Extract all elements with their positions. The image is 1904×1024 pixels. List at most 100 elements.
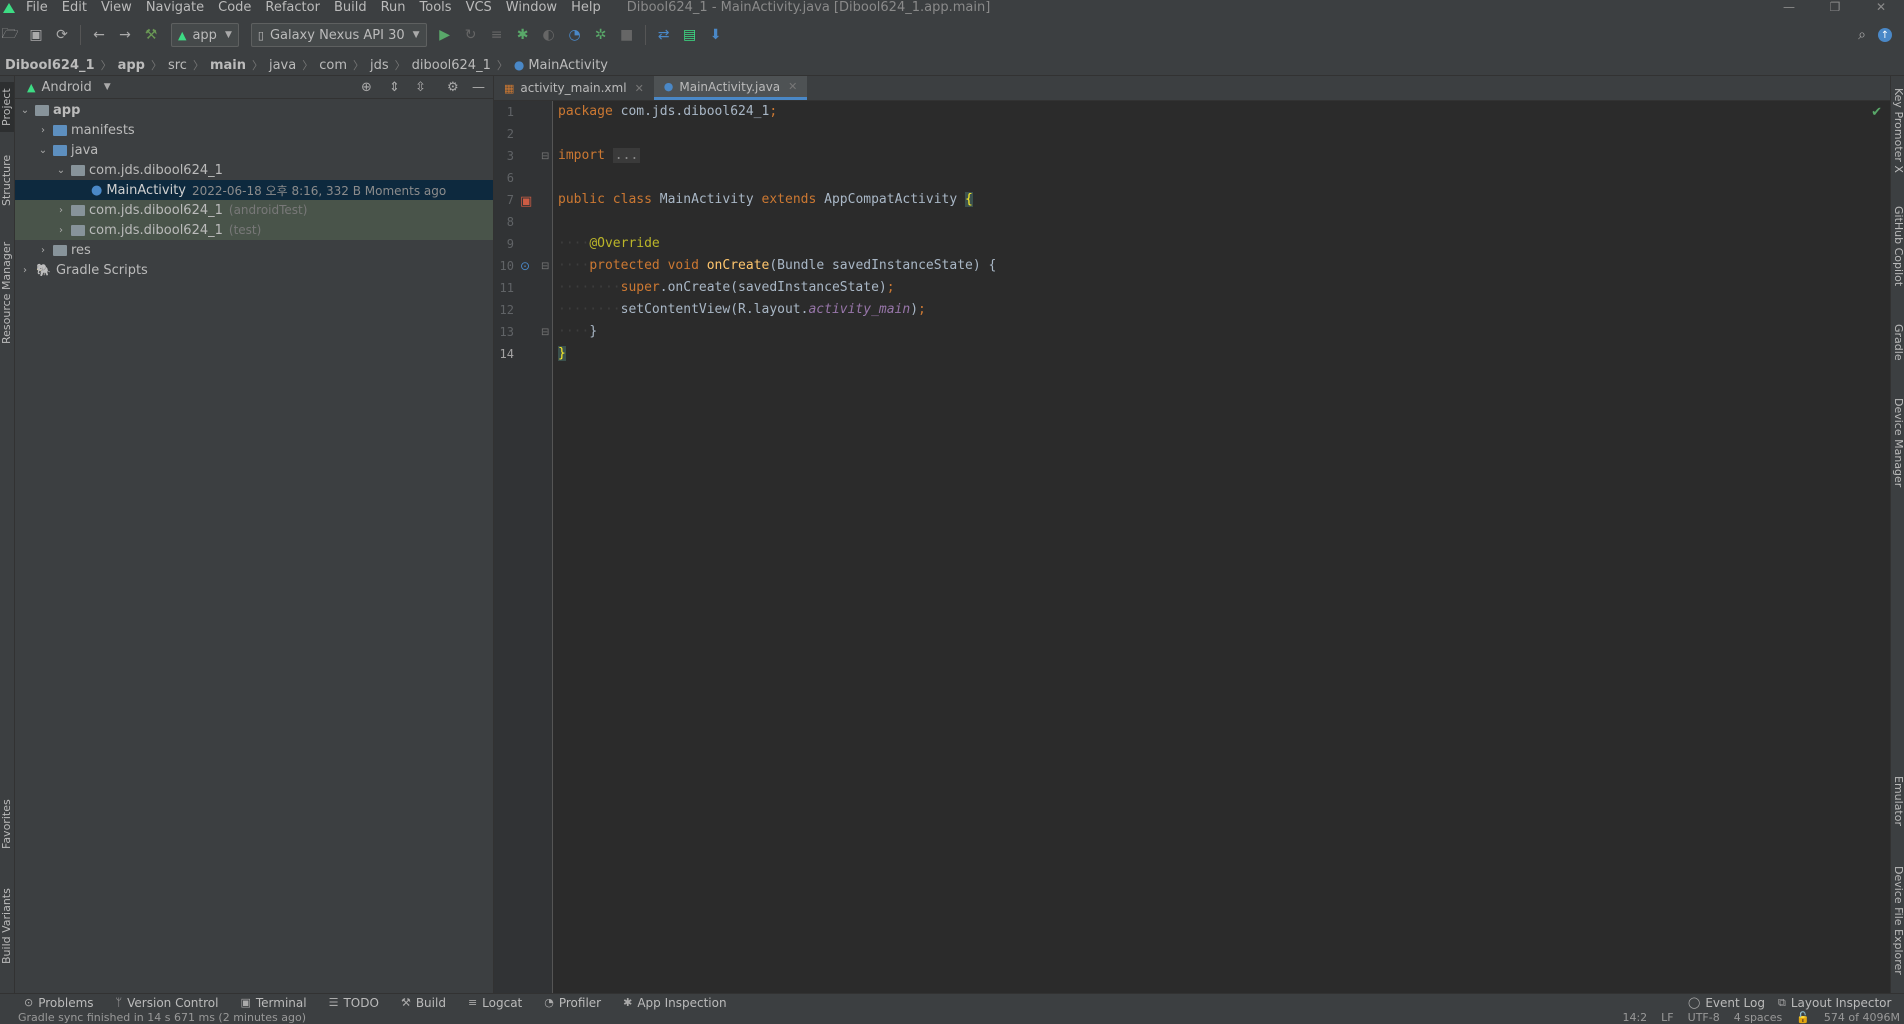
sdk-manager-icon[interactable]: ⬇	[708, 27, 724, 43]
tree-item-java[interactable]: ⌄ java	[15, 140, 515, 160]
tool-todo[interactable]: ☰ TODO	[329, 996, 379, 1010]
tool-tab-emulator[interactable]: Emulator	[1891, 776, 1904, 836]
indent-setting[interactable]: 4 spaces	[1734, 1011, 1783, 1024]
folded-imports[interactable]: ...	[612, 148, 641, 163]
tool-tab-build-variants[interactable]: Build Variants	[0, 886, 14, 966]
caret-position[interactable]: 14:2	[1622, 1011, 1647, 1024]
tool-tab-resource-manager[interactable]: Resource Manager	[0, 238, 14, 348]
collapse-all-icon[interactable]: ⇳	[415, 80, 426, 95]
breadcrumb-item[interactable]: dibool624_1	[412, 58, 491, 73]
attach-debugger-icon[interactable]: ✲	[593, 27, 609, 43]
rerun-icon[interactable]: ↻	[463, 27, 479, 43]
tool-logcat[interactable]: ≡ Logcat	[468, 996, 522, 1010]
line-separator[interactable]: LF	[1661, 1011, 1673, 1024]
tool-build[interactable]: ⚒ Build	[401, 996, 446, 1010]
close-button[interactable]: ✕	[1858, 0, 1904, 15]
chevron-down-icon[interactable]: ▼	[104, 82, 111, 92]
project-view-mode-select[interactable]: Android	[41, 80, 91, 95]
minimize-button[interactable]: —	[1766, 0, 1812, 15]
tool-problems[interactable]: ⊙ Problems	[24, 996, 94, 1010]
chevron-right-icon[interactable]: ›	[37, 245, 49, 256]
breadcrumb-item-current[interactable]: MainActivity	[528, 58, 608, 73]
menu-file[interactable]: File	[26, 0, 48, 15]
tab-activity-main-xml[interactable]: ▦ activity_main.xml ✕	[494, 76, 654, 100]
lock-icon[interactable]: 🔓	[1796, 1011, 1810, 1024]
run-config-select[interactable]: ▲ app ▼	[171, 23, 239, 47]
menu-view[interactable]: View	[101, 0, 132, 15]
menu-help[interactable]: Help	[571, 0, 601, 15]
chevron-down-icon[interactable]: ⌄	[37, 145, 49, 156]
android-activity-icon[interactable]: ▣	[520, 194, 532, 209]
update-icon[interactable]: ↑	[1878, 28, 1892, 42]
fold-icon[interactable]: ⊟	[541, 151, 549, 162]
chevron-right-icon[interactable]: ›	[55, 205, 67, 216]
tree-item-res[interactable]: › res	[15, 240, 515, 260]
tool-tab-gradle[interactable]: Gradle	[1891, 324, 1904, 374]
code-editor[interactable]: package com.jds.dibool624_1; import ... …	[553, 101, 1890, 993]
memory-indicator[interactable]: 574 of 4096M	[1824, 1011, 1900, 1024]
close-icon[interactable]: ✕	[788, 80, 797, 93]
gear-icon[interactable]: ⚙	[447, 80, 459, 95]
hide-panel-icon[interactable]: —	[472, 80, 485, 95]
tree-item-package[interactable]: ⌄ com.jds.dibool624_1	[15, 160, 533, 180]
menu-run[interactable]: Run	[381, 0, 406, 15]
open-folder-icon[interactable]: 🗁	[1, 26, 18, 43]
tool-tab-structure[interactable]: Structure	[0, 152, 14, 208]
expand-all-icon[interactable]: ⇕	[389, 80, 400, 95]
chevron-right-icon[interactable]: ›	[37, 125, 49, 136]
menu-tools[interactable]: Tools	[420, 0, 452, 15]
tool-tab-favorites[interactable]: Favorites	[0, 796, 14, 852]
device-manager-icon[interactable]: ▤	[682, 27, 698, 43]
tool-app-inspection[interactable]: ✱ App Inspection	[623, 996, 726, 1010]
coverage-icon[interactable]: ◐	[541, 27, 557, 43]
breadcrumb-item[interactable]: com	[319, 58, 347, 73]
device-select[interactable]: ▯ Galaxy Nexus API 30 ▼	[250, 23, 427, 47]
search-icon[interactable]: ⌕	[1854, 27, 1870, 43]
debug-icon[interactable]: ✱	[515, 27, 531, 43]
menu-navigate[interactable]: Navigate	[146, 0, 204, 15]
breadcrumb-item[interactable]: app	[118, 58, 145, 73]
forward-arrow-icon[interactable]: →	[117, 27, 133, 43]
stop-icon[interactable]: ■	[619, 27, 635, 43]
tool-profiler[interactable]: ◔ Profiler	[544, 996, 601, 1010]
inspection-ok-icon[interactable]: ✔	[1871, 105, 1882, 120]
tool-event-log[interactable]: ◯ Event Log	[1688, 996, 1765, 1010]
breadcrumb-item[interactable]: jds	[370, 58, 389, 73]
menu-code[interactable]: Code	[218, 0, 251, 15]
breadcrumb-item[interactable]: Dibool624_1	[5, 58, 95, 73]
chevron-right-icon[interactable]: ›	[55, 225, 67, 236]
tool-tab-github-copilot[interactable]: GitHub Copilot	[1891, 206, 1904, 296]
locate-icon[interactable]: ⊕	[361, 80, 372, 95]
breadcrumb-item[interactable]: src	[168, 58, 187, 73]
run-icon[interactable]: ▶	[437, 27, 453, 43]
file-encoding[interactable]: UTF-8	[1688, 1011, 1720, 1024]
tree-item-mainactivity[interactable]: ● MainActivity 2022-06-18 오후 8:16, 332 B…	[15, 180, 493, 200]
override-icon[interactable]: ⊙	[520, 259, 530, 273]
menu-refactor[interactable]: Refactor	[265, 0, 320, 15]
save-icon[interactable]: ▣	[28, 27, 44, 43]
restore-button[interactable]: ❐	[1812, 0, 1858, 15]
tree-item-package-androidtest[interactable]: › com.jds.dibool624_1 (androidTest)	[15, 200, 493, 220]
status-message[interactable]: Gradle sync finished in 14 s 671 ms (2 m…	[18, 1011, 306, 1024]
menu-edit[interactable]: Edit	[62, 0, 87, 15]
tree-item-gradle-scripts[interactable]: › 🐘 Gradle Scripts	[15, 260, 497, 280]
gradle-sync-icon[interactable]: ⇄	[656, 27, 672, 43]
breadcrumb-item[interactable]: java	[269, 58, 296, 73]
build-hammer-icon[interactable]: ⚒	[143, 27, 159, 43]
breadcrumb-item[interactable]: main	[210, 58, 246, 73]
tool-tab-project[interactable]: Project	[0, 82, 14, 132]
profile-icon[interactable]: ◔	[567, 27, 583, 43]
chevron-down-icon[interactable]: ⌄	[19, 105, 31, 116]
menu-build[interactable]: Build	[334, 0, 367, 15]
tree-item-app[interactable]: ⌄ app	[15, 100, 497, 120]
menu-window[interactable]: Window	[506, 0, 557, 15]
apply-changes-icon[interactable]: ≡	[489, 27, 505, 43]
fold-icon[interactable]: ⊟	[541, 261, 549, 272]
tab-mainactivity-java[interactable]: ● MainActivity.java ✕	[653, 76, 808, 100]
chevron-right-icon[interactable]: ›	[19, 265, 31, 276]
close-icon[interactable]: ✕	[635, 82, 644, 95]
tree-item-manifests[interactable]: › manifests	[15, 120, 515, 140]
tool-tab-key-promoter[interactable]: Key Promoter X	[1891, 88, 1904, 183]
tree-item-package-test[interactable]: › com.jds.dibool624_1 (test)	[15, 220, 493, 240]
tool-tab-device-file-explorer[interactable]: Device File Explorer	[1891, 866, 1904, 988]
